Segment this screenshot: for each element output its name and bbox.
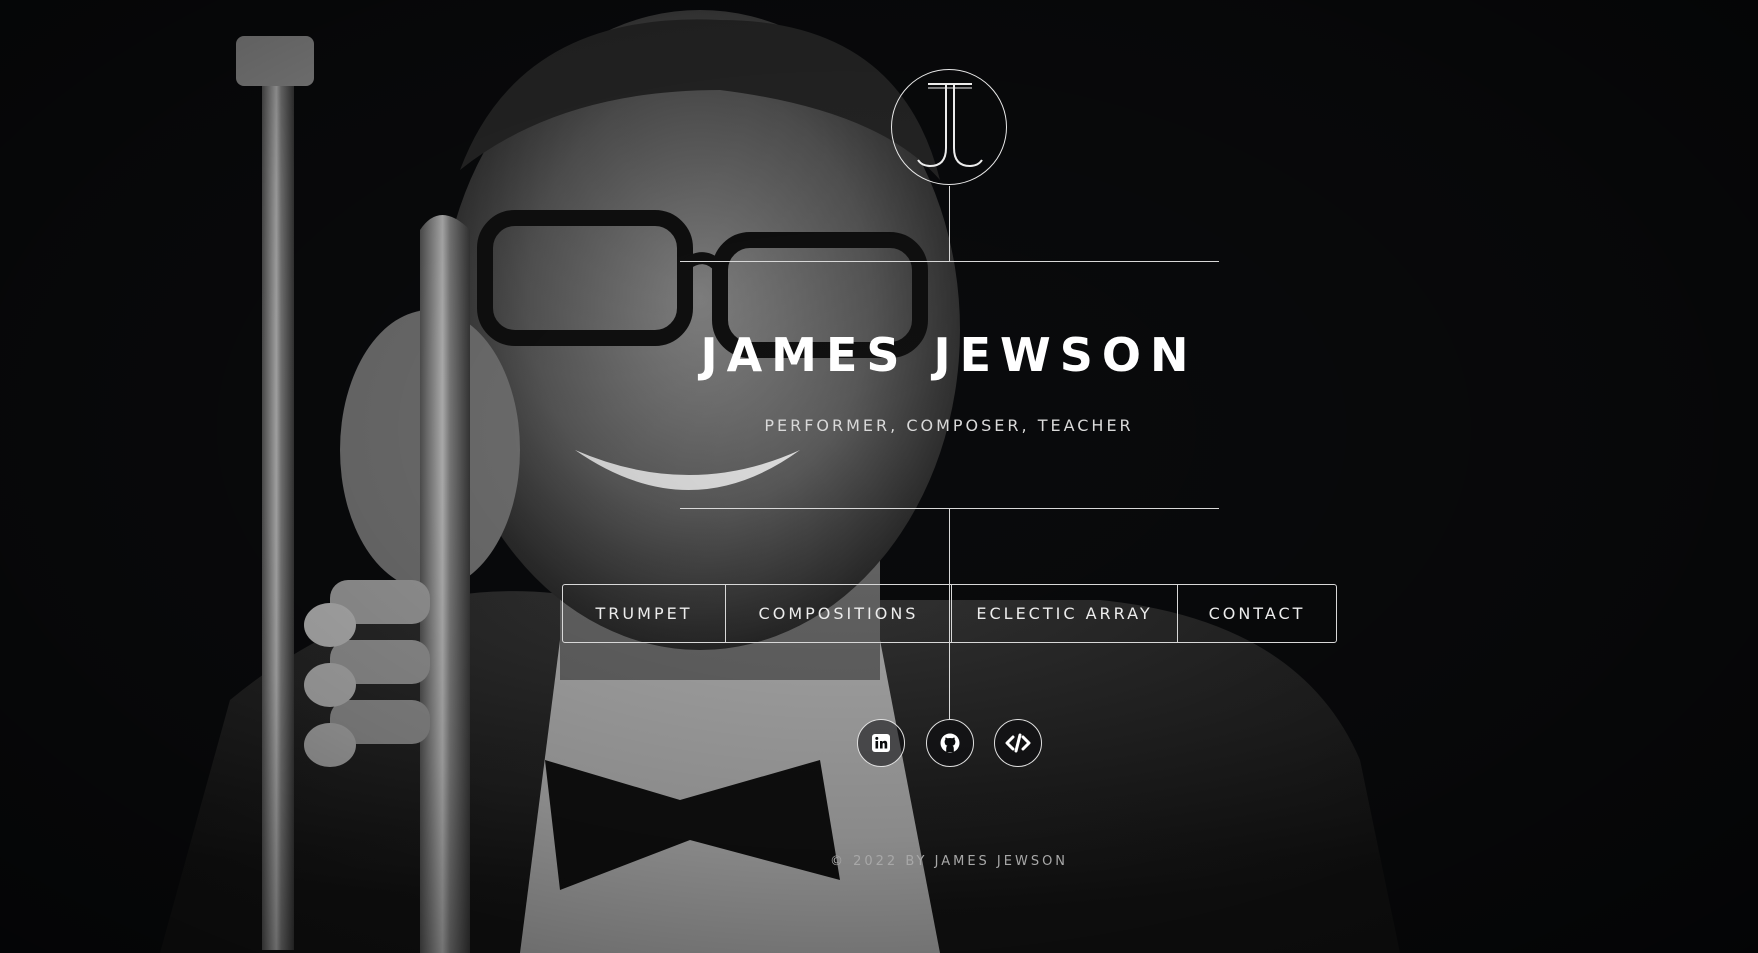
nav-item-contact[interactable]: CONTACT bbox=[1177, 585, 1336, 642]
code-button[interactable] bbox=[994, 719, 1042, 767]
footer-copyright: © 2022 BY JAMES JEWSON bbox=[829, 854, 1069, 869]
jj-monogram-icon bbox=[917, 83, 983, 168]
code-icon bbox=[1005, 733, 1031, 753]
nav-item-trumpet[interactable]: TRUMPET bbox=[563, 585, 725, 642]
divider-horizontal-top bbox=[680, 261, 1219, 262]
nav-item-eclectic-array[interactable]: ECLECTIC ARRAY bbox=[951, 585, 1177, 642]
page-title: JAMES JEWSON bbox=[700, 328, 1198, 382]
divider-vertical-top bbox=[949, 186, 950, 262]
github-button[interactable] bbox=[926, 719, 974, 767]
nav-item-compositions[interactable]: COMPOSITIONS bbox=[725, 585, 951, 642]
linkedin-button[interactable] bbox=[857, 719, 905, 767]
logo[interactable] bbox=[891, 69, 1007, 185]
background-overlay bbox=[0, 0, 1758, 953]
linkedin-icon bbox=[872, 734, 890, 752]
main-nav: TRUMPET COMPOSITIONS ECLECTIC ARRAY CONT… bbox=[562, 584, 1337, 643]
github-icon bbox=[940, 733, 960, 753]
page-subtitle: PERFORMER, COMPOSER, TEACHER bbox=[764, 416, 1134, 435]
page: JAMES JEWSON PERFORMER, COMPOSER, TEACHE… bbox=[0, 0, 1758, 953]
